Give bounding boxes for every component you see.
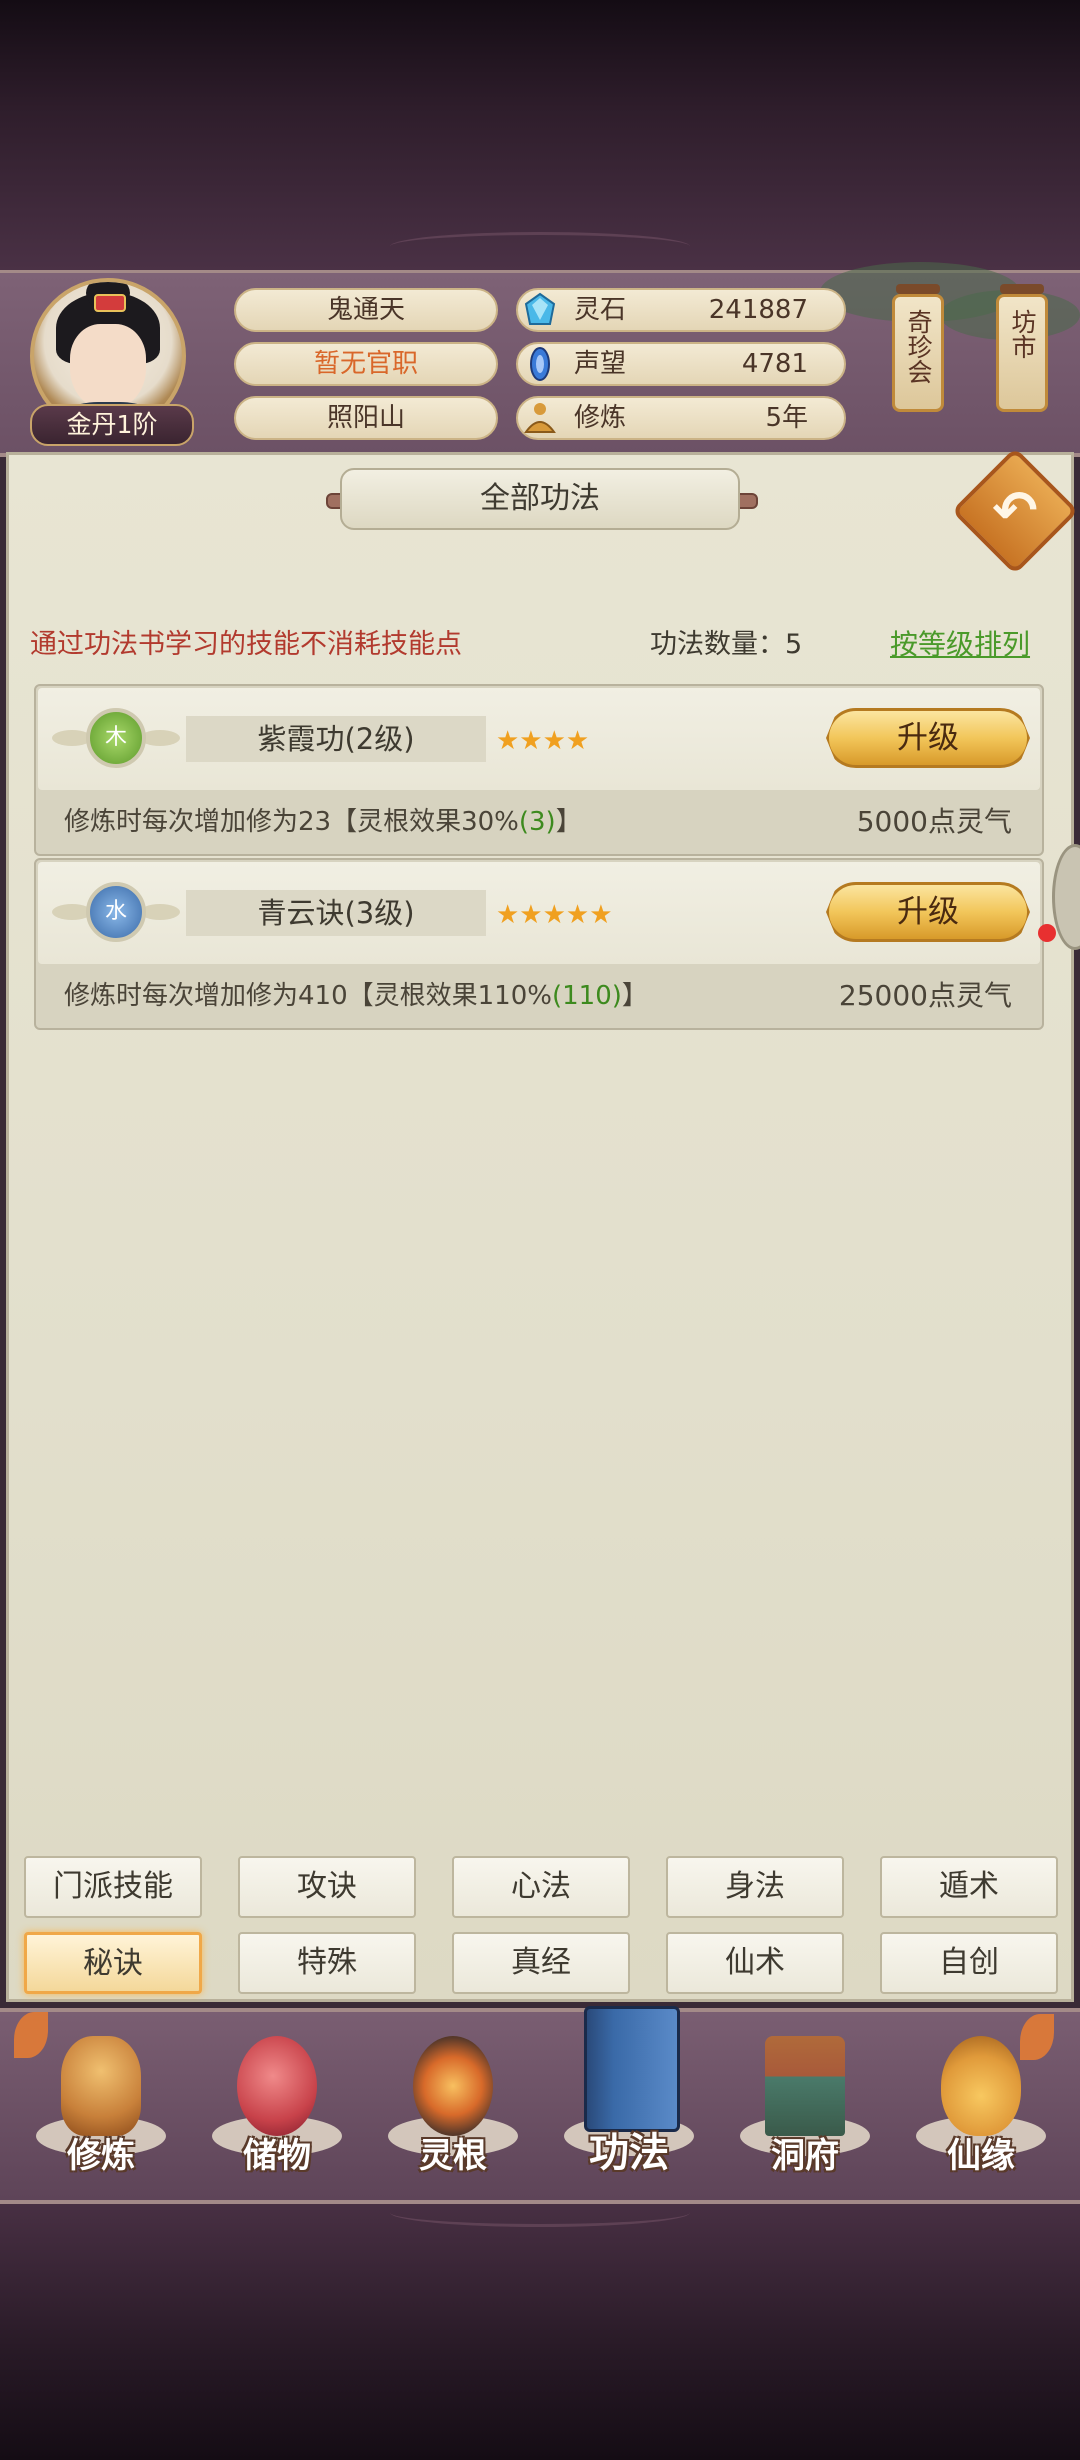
resource-value: 4781: [741, 349, 808, 379]
desc-bonus: (3): [518, 807, 556, 837]
sign-cap: [1000, 284, 1044, 294]
category-xianshu[interactable]: 仙术: [666, 1932, 844, 1994]
rank-badge: 金丹1阶: [30, 404, 194, 446]
desc-text: 修炼时每次增加修为23【灵根效果30%: [64, 807, 519, 837]
skill-book-icon: [584, 2006, 680, 2132]
cave-dwelling-icon: [765, 2036, 845, 2136]
resource-spirit-stone: 灵石 241887: [516, 288, 846, 332]
avatar-crown: [94, 294, 126, 312]
upgrade-button[interactable]: 升级: [826, 882, 1030, 942]
sign-cap: [896, 284, 940, 294]
player-name: 鬼通天: [234, 288, 498, 332]
back-arrow-icon: ↶: [992, 479, 1038, 542]
nav-skills[interactable]: 功法: [554, 2006, 704, 2186]
orb-wing-decoration: [140, 730, 180, 746]
star-rating-icon: ★★★★★: [496, 900, 613, 930]
star-rating-icon: ★★★★: [496, 726, 590, 756]
nav-label: 储物: [243, 2136, 311, 2176]
nav-cultivation[interactable]: 修炼: [26, 2016, 176, 2186]
skill-name: 青云诀(3级): [186, 890, 486, 936]
resource-label: 声望: [574, 349, 627, 379]
sort-by-level-link[interactable]: 按等级排列: [890, 622, 1030, 668]
desc-text: 修炼时每次增加修为410【灵根效果110%: [64, 981, 552, 1011]
avatar-face: [70, 324, 146, 410]
info-text: 通过功法书学习的技能不消耗技能点: [30, 629, 462, 660]
skill-card: 水 青云诀(3级) ★★★★★ 升级 修炼时每次增加修为410【灵根效果110%…: [34, 858, 1044, 1030]
notification-dot-icon: [1038, 924, 1056, 942]
category-teshu[interactable]: 特殊: [238, 1932, 416, 1994]
nav-cave[interactable]: 洞府: [730, 2016, 880, 2186]
bottom-backdrop: [0, 2195, 1080, 2460]
nav-label: 修炼: [67, 2136, 135, 2176]
wood-element-icon: 木: [86, 708, 146, 768]
nav-spirit-root[interactable]: 灵根: [378, 2016, 528, 2186]
category-shenfa[interactable]: 身法: [666, 1856, 844, 1918]
resource-label: 灵石: [574, 295, 627, 325]
skill-cost: 25000点灵气: [838, 979, 1012, 1012]
desc-close: 】: [621, 981, 648, 1011]
fangshi-sign-button[interactable]: 坊市: [996, 294, 1048, 412]
cultivation-icon: [61, 2036, 141, 2136]
official-title: 暂无官职: [234, 342, 498, 386]
skill-card: 木 紫霞功(2级) ★★★★ 升级 修炼时每次增加修为23【灵根效果30%(3)…: [34, 684, 1044, 856]
nav-fortune[interactable]: 仙缘: [906, 2016, 1056, 2186]
resource-value: 5年: [765, 403, 808, 433]
desc-bonus: (110): [551, 981, 622, 1011]
storage-bag-icon: [237, 2036, 317, 2136]
skill-description: 修炼时每次增加修为410【灵根效果110%(110)】: [64, 972, 648, 1020]
spirit-stone-icon: [524, 292, 556, 325]
resource-value: 241887: [708, 295, 808, 325]
nav-label: 灵根: [419, 2136, 487, 2176]
fortune-gourd-icon: [941, 2036, 1021, 2136]
skill-description: 修炼时每次增加修为23【灵根效果30%(3)】: [64, 798, 582, 846]
desc-close: 】: [555, 807, 582, 837]
meditation-icon: [524, 403, 556, 433]
top-ornament: [390, 232, 690, 261]
category-zhenjing[interactable]: 真经: [452, 1932, 630, 1994]
category-dunshu[interactable]: 遁术: [880, 1856, 1058, 1918]
skill-cost: 5000点灵气: [856, 805, 1012, 838]
qizhenhui-label: 奇珍会: [904, 309, 933, 384]
skill-name: 紫霞功(2级): [186, 716, 486, 762]
category-xinfa[interactable]: 心法: [452, 1856, 630, 1918]
category-zichuang[interactable]: 自创: [880, 1932, 1058, 1994]
nav-label: 仙缘: [947, 2136, 1015, 2176]
qizhenhui-sign-button[interactable]: 奇珍会: [892, 294, 944, 412]
orb-wing-decoration: [140, 904, 180, 920]
panel-title: 全部功法: [340, 468, 740, 530]
fangshi-label: 坊市: [1008, 309, 1037, 359]
nav-storage[interactable]: 储物: [202, 2016, 352, 2186]
spirit-root-icon: [413, 2036, 493, 2136]
nav-label: 洞府: [771, 2136, 839, 2176]
category-mijue[interactable]: 秘诀: [24, 1932, 202, 1994]
reputation-icon: [530, 347, 550, 381]
skill-count: 功法数量：5: [650, 629, 803, 660]
player-location: 照阳山: [234, 396, 498, 440]
category-gongjue[interactable]: 攻诀: [238, 1856, 416, 1918]
resource-label: 修炼: [574, 403, 627, 433]
category-menpai[interactable]: 门派技能: [24, 1856, 202, 1918]
nav-label: 功法: [589, 2130, 669, 2176]
upgrade-button[interactable]: 升级: [826, 708, 1030, 768]
top-backdrop: [0, 0, 1080, 270]
resource-reputation: 声望 4781: [516, 342, 846, 386]
water-element-icon: 水: [86, 882, 146, 942]
resource-cultivation: 修炼 5年: [516, 396, 846, 440]
